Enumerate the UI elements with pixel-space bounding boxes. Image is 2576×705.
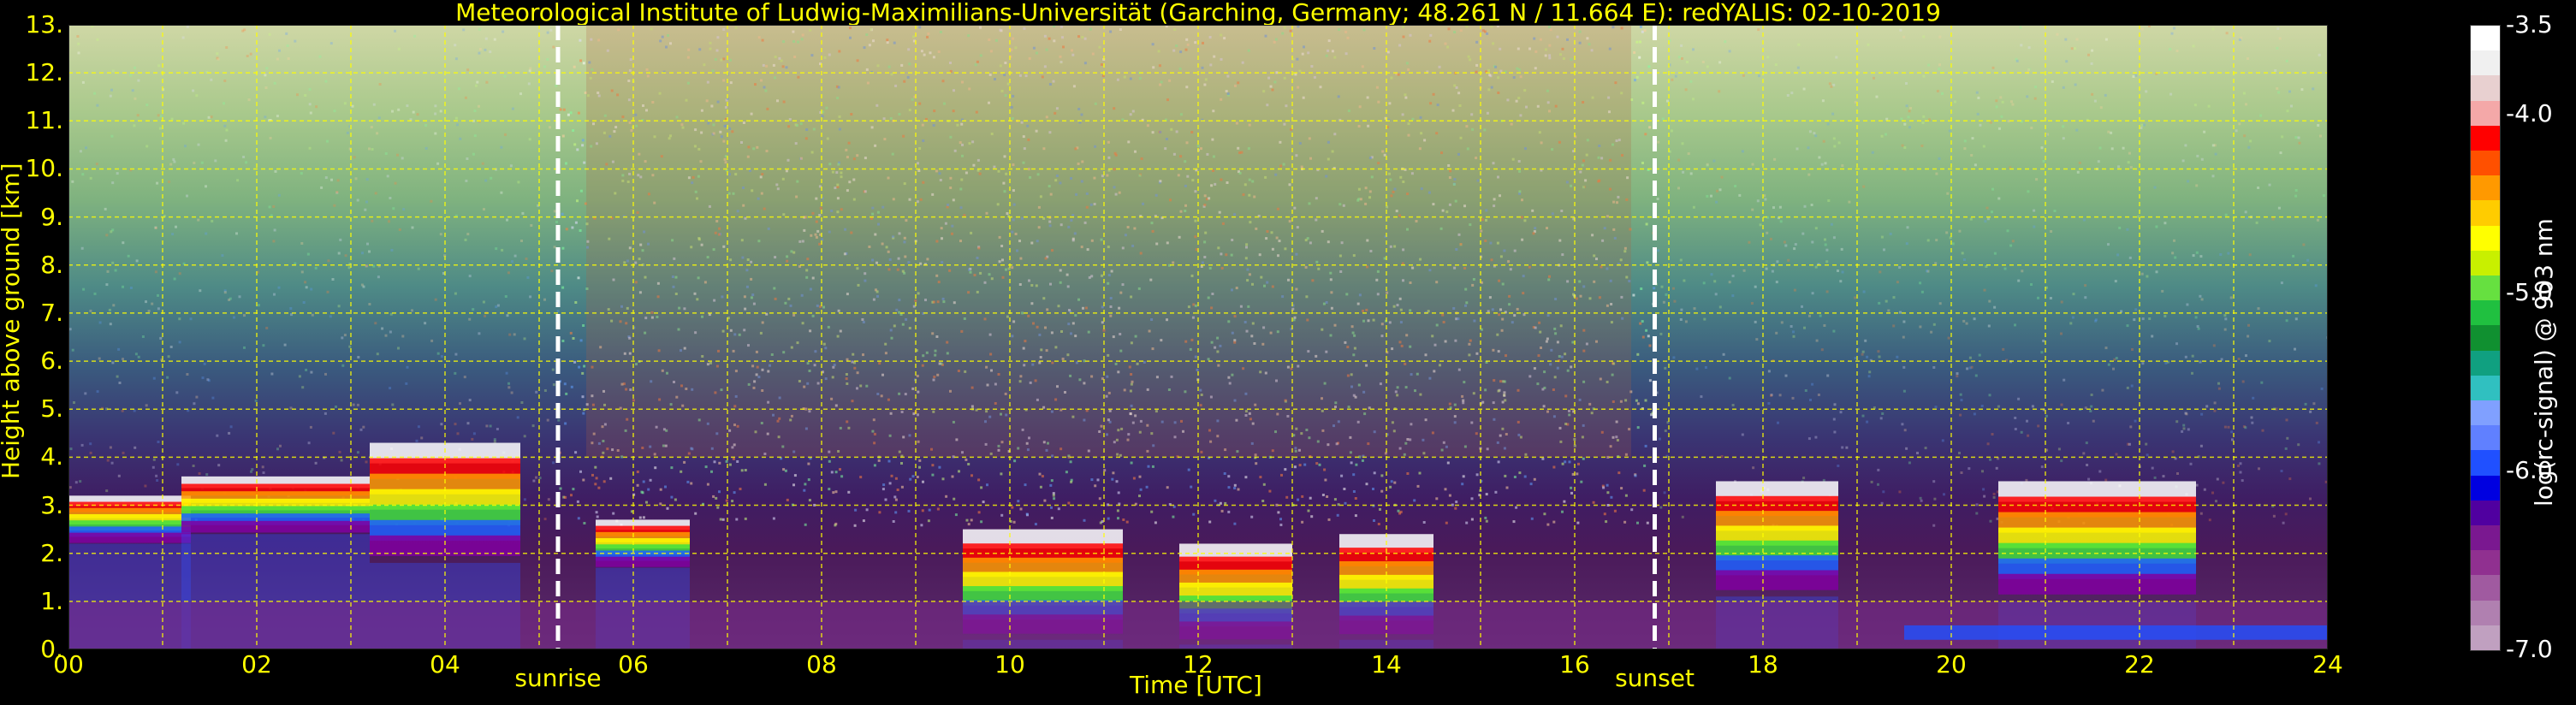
x-tick-label: 22: [2124, 650, 2155, 678]
colorbar-segment: [2471, 500, 2500, 526]
x-tick-label: 18: [1748, 650, 1778, 678]
y-tick-label: 13.: [25, 10, 63, 39]
y-tick-label: 1.: [40, 586, 63, 615]
colorbar-segment: [2471, 425, 2500, 452]
cloud-layer-0-band-6: [68, 532, 191, 543]
colorbar-segment: [2471, 350, 2500, 376]
heatmap-svg: [68, 25, 2328, 649]
y-tick-label: 3.: [40, 490, 63, 519]
daytime-tint: [586, 25, 1631, 458]
plot-area: [68, 25, 2328, 649]
colorbar-tick-label: -7.0: [2506, 635, 2553, 663]
x-tick-label: 14: [1371, 650, 1402, 678]
chart-title: Meteorological Institute of Ludwig-Maxim…: [455, 0, 1941, 27]
colorbar-segment: [2471, 375, 2500, 401]
x-tick-label: 16: [1559, 650, 1590, 678]
colorbar-segment: [2471, 26, 2500, 52]
colorbar-segment: [2471, 550, 2500, 577]
cloud-layer-8-band-6: [1998, 573, 2196, 595]
colorbar-segment: [2471, 600, 2500, 626]
colorbar-segment: [2471, 275, 2500, 302]
colorbar-segment: [2471, 50, 2500, 77]
colorbar-segment: [2471, 250, 2500, 276]
event-label-sunset: sunset: [1615, 664, 1695, 692]
colorbar-segment: [2471, 475, 2500, 501]
colorbar-segment: [2471, 325, 2500, 352]
colorbar-tick-label: -4.0: [2506, 99, 2553, 128]
colorbar-segment: [2471, 151, 2500, 177]
colorbar-segment: [2471, 400, 2500, 427]
x-tick-label: 24: [2312, 650, 2343, 678]
colorbar-segment: [2471, 200, 2500, 227]
colorbar-segment: [2471, 525, 2500, 552]
x-tick-label: 06: [618, 650, 649, 678]
y-tick-label: 12.: [25, 58, 63, 87]
colorbar-tick-label: -3.5: [2506, 10, 2553, 39]
x-tick-label: 02: [241, 650, 272, 678]
x-tick-label: 04: [430, 650, 460, 678]
colorbar-segment: [2471, 75, 2500, 102]
colorbar-segment: [2471, 100, 2500, 127]
aerosol-layer: [1904, 625, 2328, 640]
cloud-layer-7-band-6: [1716, 570, 1838, 590]
colorbar-segment: [2471, 225, 2500, 252]
colorbar-segment: [2471, 450, 2500, 477]
x-axis-label: Time [UTC]: [1130, 671, 1262, 699]
x-tick-label: 10: [994, 650, 1025, 678]
x-tick-label: 20: [1936, 650, 1967, 678]
colorbar-segment: [2471, 575, 2500, 601]
colorbar-segment: [2471, 625, 2500, 650]
event-label-sunrise: sunrise: [514, 664, 602, 692]
cloud-layer-3-band-6: [596, 556, 690, 567]
y-tick-label: 2.: [40, 538, 63, 567]
y-tick-label: 11.: [25, 106, 63, 135]
colorbar: [2470, 25, 2501, 651]
colorbar-segment: [2471, 125, 2500, 151]
x-tick-label: 00: [53, 650, 84, 678]
colorbar-segment: [2471, 175, 2500, 202]
colorbar-segment: [2471, 300, 2500, 327]
x-tick-label: 08: [806, 650, 837, 678]
cloud-layer-1-band-6: [181, 520, 370, 533]
